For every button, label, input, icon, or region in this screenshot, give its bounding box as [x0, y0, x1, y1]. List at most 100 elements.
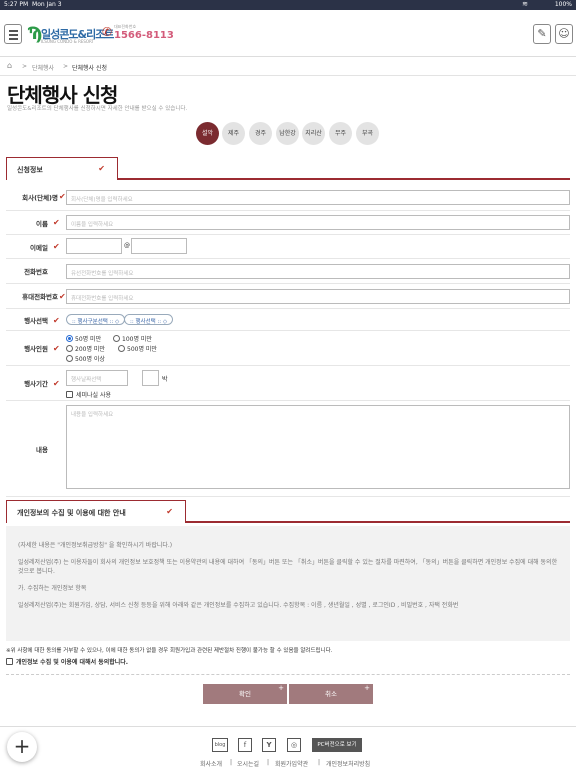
company-row: 회사(단체)명 ✔ 회사(단체)명을 입력하세요 — [6, 184, 570, 211]
privacy-header: 개인정보의 수집 및 이용에 대한 안내 ✔ — [6, 500, 570, 523]
content-label: 내용 — [36, 445, 48, 454]
required-icon: ✔ — [53, 242, 60, 251]
privacy-agree-checkbox[interactable]: 개인정보 수집 및 이용에 대해서 동의합니다. — [6, 657, 128, 666]
footer-divider — [0, 726, 576, 727]
email-id-input[interactable] — [66, 238, 122, 254]
email-row: 이메일 ✔ @ — [6, 235, 570, 259]
people-radio-under100[interactable]: 100명 미만 — [113, 334, 152, 343]
privacy-paragraph: (자세한 내용은 "개인정보취급방침" 을 확인하시기 바랍니다.) — [18, 542, 173, 549]
add-floating-button[interactable]: + — [7, 732, 37, 762]
region-button-namhangang[interactable]: 남한강 — [276, 122, 299, 145]
company-label: 회사(단체)명 — [22, 194, 58, 202]
region-button-muju[interactable]: 무주 — [329, 122, 352, 145]
region-button-bugok[interactable]: 부곡 — [356, 122, 379, 145]
region-button-gyeongju[interactable]: 경주 — [249, 122, 272, 145]
content-row: 내용 내용을 입력하세요 — [6, 401, 570, 497]
battery-level: 100% — [554, 1, 572, 8]
name-input[interactable]: 이름을 입력하세요 — [66, 215, 570, 230]
yellow-id-icon[interactable]: Y — [262, 738, 276, 752]
check-icon: ✔ — [166, 507, 173, 516]
status-bar: 5:27 PM Mon Jan 3 ≋ 100% — [0, 0, 576, 10]
phone-number: 1566-8113 — [114, 30, 174, 41]
blog-icon[interactable]: blog — [212, 738, 228, 752]
people-radio-under50[interactable]: 50명 미만 — [66, 334, 101, 343]
privacy-paragraph: 가. 수집하는 개인정보 항목 — [18, 585, 87, 592]
confirm-button[interactable]: 확인 + — [203, 684, 287, 704]
tab-application-info[interactable]: 신청정보 ✔ — [6, 157, 118, 180]
required-icon: ✔ — [53, 379, 60, 388]
menu-button[interactable] — [4, 24, 22, 44]
region-button-jirisan[interactable]: 지리산 — [302, 122, 325, 145]
section-title: 신청정보 — [17, 166, 43, 174]
status-time: 5:27 PM Mon Jan 3 — [4, 1, 62, 8]
plus-icon: + — [278, 684, 284, 692]
required-icon: ✔ — [53, 218, 60, 227]
region-button-seorak[interactable]: 설악 — [196, 122, 219, 145]
home-icon[interactable]: ⌂ — [7, 61, 12, 70]
breadcrumb-parent[interactable]: 단체행사 — [32, 63, 54, 72]
checkbox-icon — [66, 391, 73, 398]
privacy-section-title: 개인정보의 수집 및 이용에 대한 안내 — [17, 509, 126, 517]
phone-label: 전화번호 — [24, 268, 48, 276]
company-input[interactable]: 회사(단체)명을 입력하세요 — [66, 190, 570, 205]
people-radio-under200[interactable]: 200명 미만 — [66, 344, 105, 353]
call-center[interactable]: ✆ 대표전화번호 1566-8113 — [102, 23, 174, 45]
required-icon: ✔ — [59, 292, 66, 301]
footer-link-privacy[interactable]: 개인정보처리방침 — [326, 759, 370, 768]
facebook-icon[interactable]: f — [238, 738, 252, 752]
phone-row: 전화번호 유선전화번호를 입력하세요 — [6, 259, 570, 284]
event-select[interactable]: :: 행사선택 :: ◇ — [124, 314, 174, 325]
required-icon: ✔ — [59, 192, 66, 201]
cancel-button[interactable]: 취소 + — [289, 684, 373, 704]
privacy-paragraph: 일성레저산업(주) 는 이용자들이 회사의 개인정보 보호정책 또는 이용약관의… — [18, 559, 558, 575]
checkbox-icon — [6, 658, 13, 665]
breadcrumb: ⌂ > 단체행사 > 단체행사 신청 — [0, 58, 576, 76]
seminar-room-checkbox[interactable]: 세미나실 사용 — [66, 390, 111, 399]
site-logo[interactable]: Ϡ 일성콘도&리조트 ILSUNG CONDO & RESORT — [27, 23, 114, 45]
footer-link-about[interactable]: 회사소개 — [200, 759, 222, 768]
user-icon: ☺ — [558, 27, 570, 40]
footer-link-terms[interactable]: 회원가입약관 — [275, 759, 308, 768]
instagram-icon[interactable]: ◎ — [287, 738, 301, 752]
radio-selected-icon — [66, 335, 73, 342]
check-icon: ✔ — [98, 164, 105, 173]
content-textarea[interactable]: 내용을 입력하세요 — [66, 405, 570, 489]
privacy-notice: ※위 사항에 대한 동의를 거부할 수 있으나, 이에 대한 동의가 없을 경우… — [6, 648, 333, 654]
radio-icon — [118, 345, 125, 352]
phone-input[interactable]: 유선전화번호를 입력하세요 — [66, 264, 570, 279]
event-type-select[interactable]: :: 행사구분선택 :: ◇ — [66, 314, 126, 325]
people-radio-under500[interactable]: 500명 미만 — [118, 344, 157, 353]
email-at: @ — [124, 242, 130, 249]
people-radio-over500[interactable]: 500명 이상 — [66, 354, 105, 363]
footer-link-directions[interactable]: 오시는길 — [237, 759, 259, 768]
people-row: 행사인원 ✔ 50명 미만 100명 미만 200명 미만 500명 미만 50… — [6, 331, 570, 366]
social-icons: blog f Y ◎ PC버전으로 보기 — [0, 738, 576, 754]
required-icon: ✔ — [53, 344, 60, 353]
mobile-input[interactable]: 휴대전화번호를 입력하세요 — [66, 289, 570, 304]
mypage-icon-button[interactable]: ☺ — [555, 24, 573, 44]
privacy-paragraph: 일성레저산업(주)는 회원가입, 상담, 서비스 신청 등등을 위해 아래와 같… — [18, 602, 459, 609]
period-row: 행사기간 ✔ 행사날짜선택 박 세미나실 사용 — [6, 366, 570, 401]
event-date-input[interactable]: 행사날짜선택 — [66, 370, 128, 386]
radio-icon — [113, 335, 120, 342]
event-select-row: 행사선택 ✔ :: 행사구분선택 :: ◇ :: 행사선택 :: ◇ — [6, 309, 570, 331]
nights-input[interactable] — [142, 370, 159, 386]
email-domain-input[interactable] — [131, 238, 187, 254]
reservation-icon-button[interactable]: ✎ — [533, 24, 551, 44]
mobile-label: 휴대전화번호 — [22, 293, 58, 301]
region-button-jeju[interactable]: 제주 — [222, 122, 245, 145]
nights-unit: 박 — [162, 376, 168, 383]
page-description: 일성콘도&리조트의 단체행사를 신청하시면 자세한 안내를 받으실 수 있습니다… — [7, 106, 188, 112]
pc-version-button[interactable]: PC버전으로 보기 — [312, 738, 362, 752]
breadcrumb-current: 단체행사 신청 — [72, 65, 108, 72]
radio-icon — [66, 345, 73, 352]
footer-links: 회사소개 | 오시는길 | 회원가입약관 | 개인정보처리방침 — [200, 759, 371, 768]
plus-icon: + — [13, 734, 31, 758]
pen-icon: ✎ — [537, 27, 547, 40]
logo-subtext: ILSUNG CONDO & RESORT — [41, 39, 94, 44]
tab-privacy[interactable]: 개인정보의 수집 및 이용에 대한 안내 ✔ — [6, 500, 186, 523]
phone-icon: ✆ — [102, 25, 113, 39]
privacy-text-box[interactable]: (자세한 내용은 "개인정보취급방침" 을 확인하시기 바랍니다.) 일성레저산… — [6, 526, 570, 641]
plus-icon: + — [364, 684, 370, 692]
radio-icon — [66, 355, 73, 362]
